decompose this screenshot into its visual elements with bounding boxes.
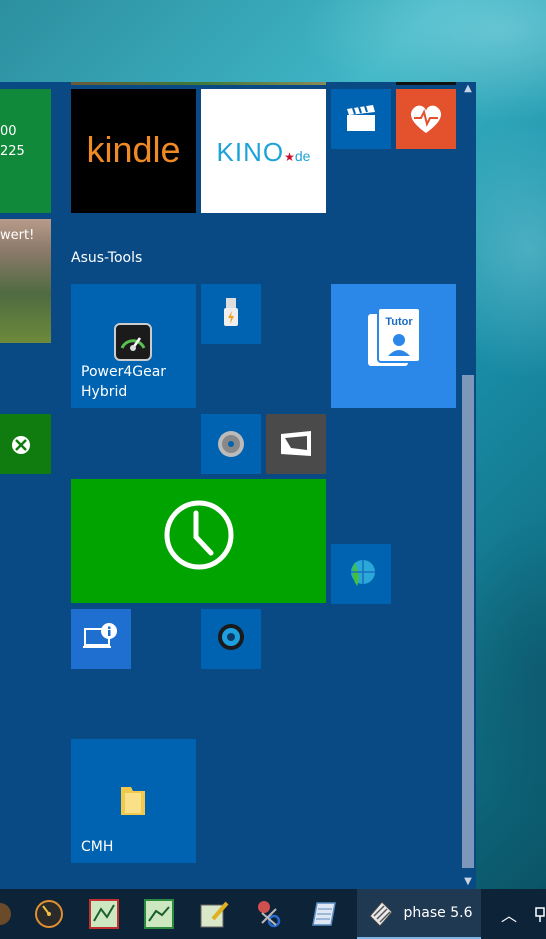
scroll-thumb[interactable] [462,375,474,868]
laptop-info-tile[interactable] [71,609,131,669]
taskbar-app-partial[interactable] [0,889,14,939]
clapperboard-icon [345,105,377,133]
scroll-up-arrow-icon[interactable]: ▲ [460,82,476,96]
top-cutoff-strip [71,82,326,85]
partial-app-icon [0,903,11,925]
folder-icon [119,783,147,817]
partial-green-tile[interactable]: 00 225 [0,89,51,213]
chevron-up-icon: ︿ [500,906,517,925]
chart-app-icon-1 [89,899,119,929]
kindle-tile[interactable]: kindle [71,89,196,213]
chart-app-icon-2 [144,899,174,929]
camera-lens-icon [217,623,245,651]
partial-tile-number-1: 00 [0,124,17,139]
globe-icon [345,558,377,590]
laptop-info-icon [83,623,119,653]
taskbar-network-partial[interactable] [534,889,546,939]
globe-app-tile[interactable] [331,544,391,604]
partial-tile-number-2: 225 [0,144,25,159]
heart-icon [408,103,444,135]
taskbar-show-hidden-icons[interactable]: ︿ [494,889,524,939]
taskbar-editor-app[interactable] [195,889,233,939]
cmh-folder-tile[interactable]: CMH [71,739,196,863]
taskbar-phase-app[interactable]: phase 5.6 [357,889,481,939]
camera-lens-tile[interactable] [201,609,261,669]
scroll-down-arrow-icon[interactable]: ▼ [460,875,476,889]
usb-charger-tile[interactable] [201,284,261,344]
top-cutoff-strip-2 [396,82,456,85]
alarms-clock-tile[interactable] [71,479,326,603]
gauge-app-icon [35,900,63,928]
usb-plug-icon [221,298,241,330]
clock-icon [163,499,235,571]
partial-photo-text: wert! [0,228,35,243]
taskbar-notepad-app[interactable] [305,889,343,939]
taskbar-gauge-app[interactable] [30,889,68,939]
notepad-icon [312,902,336,926]
health-tile[interactable] [396,89,456,149]
disc-tile[interactable] [201,414,261,474]
kino-suffix-text: de [294,148,311,164]
partial-photo-tile[interactable]: wert! [0,219,51,343]
xbox-tile[interactable] [0,414,51,474]
power4gear-hybrid-tile[interactable]: Power4Gear Hybrid [71,284,196,408]
start-menu-panel: 00 225 wert! kindle KINO★de Asus-Tools P… [0,82,476,889]
network-icon [535,907,545,922]
kino-de-logo: KINO★de [201,137,326,168]
start-menu-scrollbar[interactable]: ▲ ▼ [460,82,476,889]
kindle-logo-text: kindle [86,129,181,170]
movies-tv-tile[interactable] [331,89,391,149]
taskbar-snipping-app[interactable] [250,889,288,939]
gauge-icon [113,322,153,362]
tutor-text: Tutor [385,316,413,328]
display-icon [279,430,313,458]
xbox-icon [10,434,32,456]
kino-star-icon: ★ [284,150,295,164]
taskbar: phase 5.6 ︿ [0,889,546,939]
display-tile[interactable] [266,414,326,474]
cmh-label: CMH [81,839,114,855]
editor-app-icon [200,901,229,928]
disc-icon [217,430,245,458]
taskbar-chart-app-2[interactable] [140,889,178,939]
tutor-tile[interactable]: Tutor [331,284,456,408]
group-title-asus-tools: Asus-Tools [71,250,143,266]
scissors-icon [258,901,281,928]
phase-app-icon [368,901,393,927]
power4gear-label: Power4Gear Hybrid [81,364,167,400]
kino-de-tile[interactable]: KINO★de [201,89,326,213]
taskbar-active-app-label: phase 5.6 [403,905,473,921]
taskbar-chart-app-1[interactable] [85,889,123,939]
kino-logo-text: KINO [216,137,285,167]
